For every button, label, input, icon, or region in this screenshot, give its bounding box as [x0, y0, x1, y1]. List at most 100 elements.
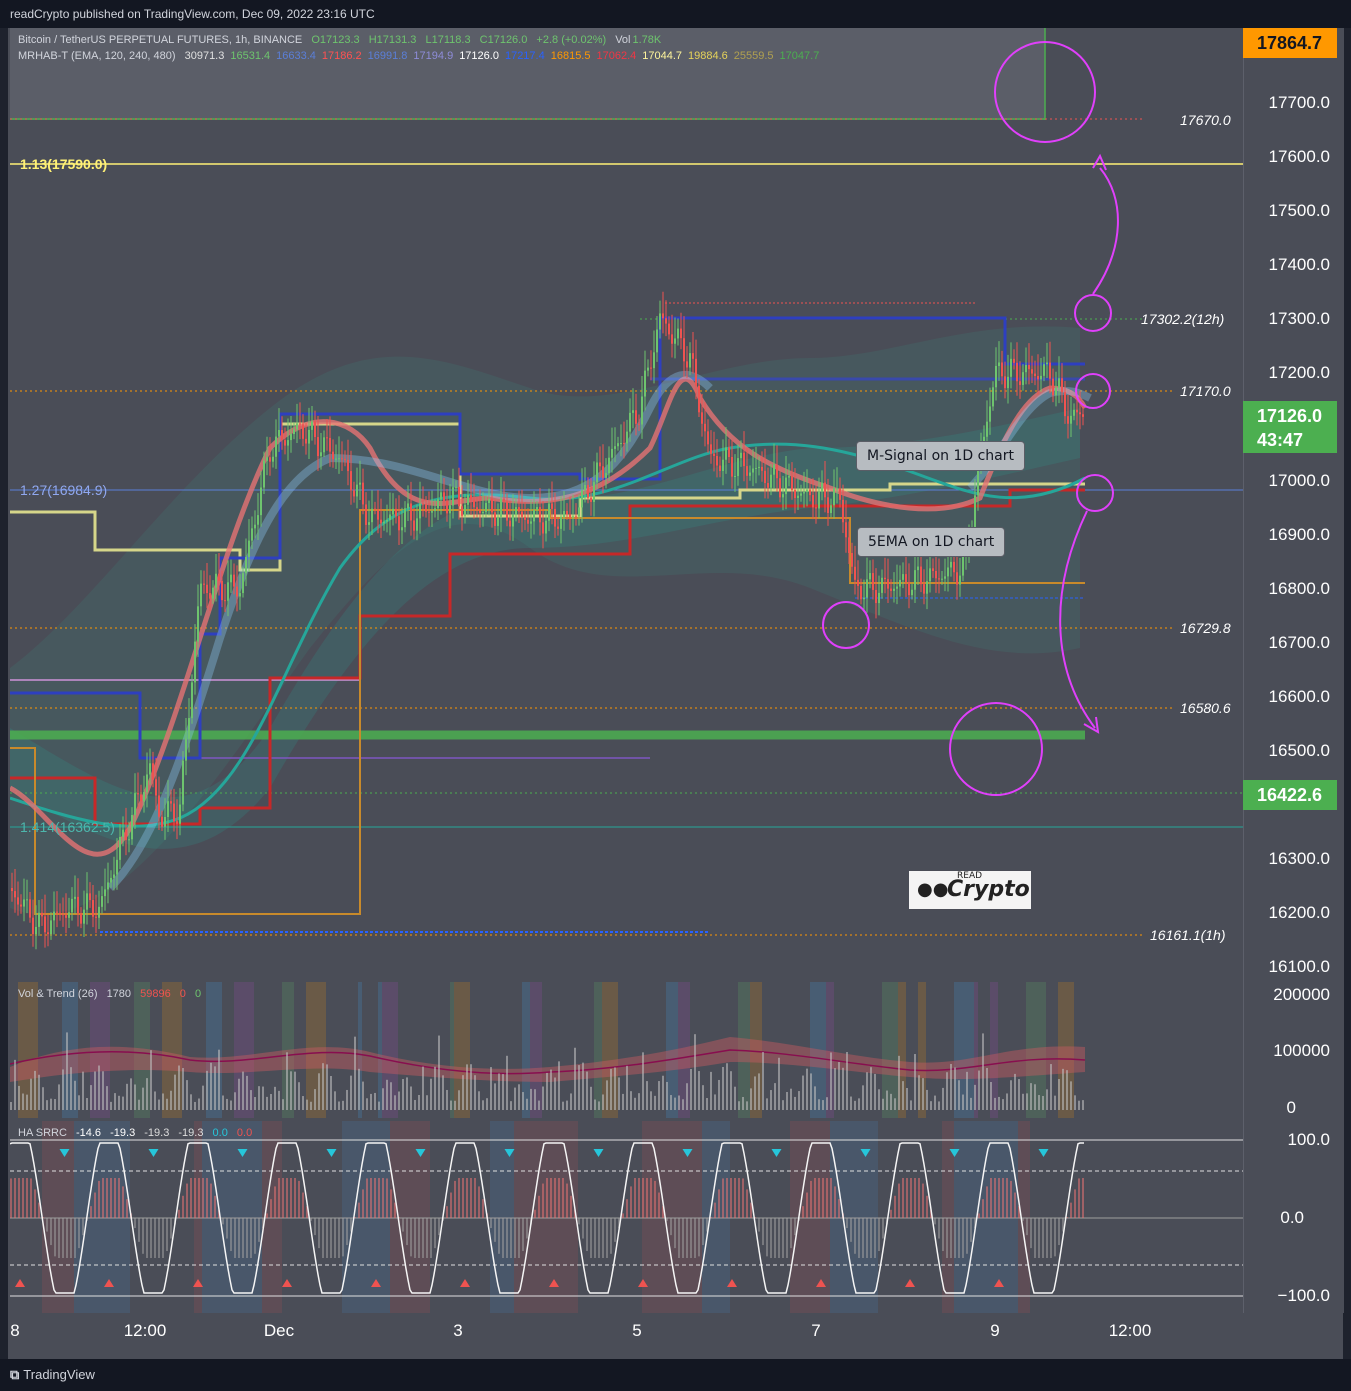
osc-bar [66, 1218, 68, 1258]
volume-bar [358, 1068, 360, 1110]
candle-body [398, 516, 400, 531]
candle-body [641, 396, 643, 425]
candle-body [944, 576, 946, 579]
volume-bar [578, 1065, 580, 1110]
osc-bar [518, 1218, 520, 1258]
candle-body [878, 592, 880, 604]
volume-bar [786, 1091, 788, 1110]
volume-bar [982, 1033, 984, 1110]
volume-pane[interactable]: Vol & Trend (26) 1780 59896 0 0 [10, 982, 1243, 1118]
osc-bar [598, 1218, 600, 1258]
candle-body [491, 498, 493, 513]
osc-bar [114, 1178, 116, 1218]
osc-bar [498, 1218, 500, 1254]
osc-bar [414, 1218, 416, 1258]
candle-body [1043, 364, 1045, 376]
volume-bar [754, 1076, 756, 1110]
indicator-value: 17047.7 [779, 50, 820, 62]
candle-body [71, 898, 73, 913]
candle-body [584, 485, 586, 491]
osc-bar [1038, 1218, 1040, 1258]
osc-stripe [702, 1121, 706, 1313]
candle-body [179, 804, 181, 824]
volume-bar [802, 1075, 804, 1110]
indicator-value: 16991.8 [367, 50, 408, 62]
volume-bar [510, 1101, 512, 1110]
volume-bar [90, 1085, 92, 1110]
candle-body [527, 519, 529, 524]
osc-bar [990, 1178, 992, 1218]
osc-bar [786, 1218, 788, 1258]
candle-body [395, 508, 397, 517]
callout-msignal[interactable]: M-Signal on 1D chart [856, 441, 1026, 471]
candle-body [824, 482, 826, 498]
candle-body [359, 482, 361, 485]
vol-legend[interactable]: Vol & Trend (26) 1780 59896 0 0 [18, 988, 207, 1000]
volume-bar [214, 1066, 216, 1110]
volume-bar [410, 1086, 412, 1110]
volume-bar [850, 1096, 852, 1110]
indicator-legend[interactable]: MRHAB-T (EMA, 120, 240, 480) 30971.3 1653… [18, 50, 825, 62]
volume-bar [1026, 1093, 1028, 1110]
volume-stripe [970, 982, 974, 1118]
oscillator-pane[interactable]: HA SRRC -14.6 -19.3 -19.3 -19.3 0.0 0.0 [10, 1121, 1243, 1313]
osc-bar [358, 1202, 360, 1218]
osc-bar [902, 1178, 904, 1218]
volume-bar [878, 1089, 880, 1110]
candle-body [782, 494, 784, 498]
volume-bar [122, 1096, 124, 1110]
symbol-legend[interactable]: Bitcoin / TetherUS PERPETUAL FUTURES, 1h… [18, 34, 667, 46]
osc-stripe [250, 1121, 254, 1313]
osc-bar [274, 1186, 276, 1218]
main-price-pane[interactable]: Bitcoin / TetherUS PERPETUAL FUTURES, 1h… [10, 28, 1243, 980]
volume-canvas[interactable] [10, 982, 1243, 1118]
osc-bar [322, 1218, 324, 1258]
volume-bar [962, 1094, 964, 1110]
logo-dots-icon: ●● [917, 879, 949, 900]
candle-body [440, 492, 442, 500]
osc-bar [246, 1218, 248, 1258]
osc-v6: 0.0 [236, 1127, 253, 1139]
oscillator-canvas[interactable] [10, 1121, 1243, 1313]
osc-stripe [426, 1121, 430, 1313]
volume-bar [602, 1094, 604, 1110]
vol-indicator-v2: 59896 [140, 988, 171, 1000]
osc-bar [606, 1218, 608, 1258]
osc-bar [194, 1178, 196, 1218]
osc-legend[interactable]: HA SRRC -14.6 -19.3 -19.3 -19.3 0.0 0.0 [18, 1127, 258, 1139]
osc-stripe [54, 1121, 58, 1313]
callout-5ema[interactable]: 5EMA on 1D chart [857, 527, 1006, 557]
osc-stripe [402, 1121, 406, 1313]
candle-body [53, 911, 55, 921]
candle-body [434, 508, 436, 512]
osc-bar [482, 1199, 484, 1218]
candle-body [32, 917, 34, 935]
volume-bar [806, 1068, 808, 1110]
osc-bar [1010, 1180, 1012, 1218]
osc-bar [742, 1178, 744, 1218]
candle-body [1082, 414, 1084, 417]
candle-body [794, 489, 796, 499]
osc-bar [686, 1218, 688, 1258]
osc-bar [962, 1218, 964, 1258]
osc-bar [406, 1218, 408, 1246]
osc-bar [370, 1178, 372, 1218]
volume-bar [414, 1099, 416, 1110]
osc-bar [290, 1178, 292, 1218]
time-label: 12:00 [1108, 1321, 1152, 1340]
candle-body [638, 423, 640, 425]
osc-bar [34, 1189, 36, 1218]
volume-bar [954, 1067, 956, 1110]
volume-bar [650, 1091, 652, 1110]
price-axis[interactable]: 17700.0 17600.0 17500.0 17400.0 17300.0 … [1243, 28, 1344, 1313]
osc-bar [1034, 1218, 1036, 1258]
osc-stripe [946, 1121, 950, 1313]
candle-body [1007, 376, 1009, 389]
candle-body [275, 436, 277, 457]
time-axis[interactable]: 8 12:00 Dec 3 5 7 9 12:00 [10, 1313, 1243, 1349]
osc-bar [834, 1186, 836, 1218]
arrow-down-head [1083, 716, 1100, 734]
osc-bar [630, 1186, 632, 1218]
price-chart-canvas[interactable] [10, 28, 1243, 980]
candle-body [422, 503, 424, 505]
